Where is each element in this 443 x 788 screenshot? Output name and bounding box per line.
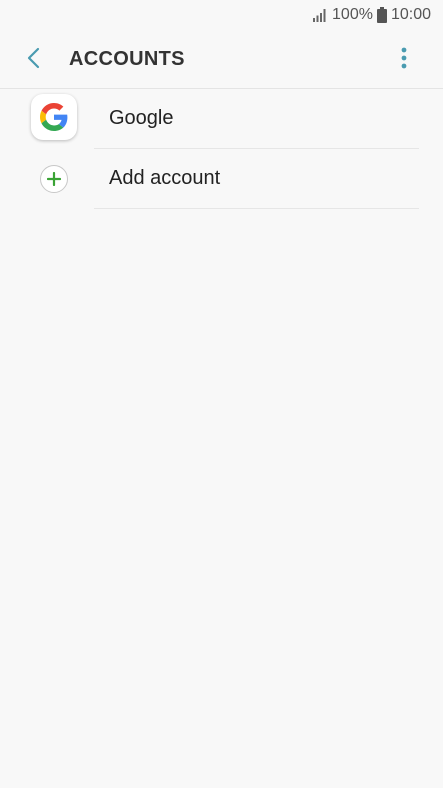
signal-icon [312,8,328,22]
add-account-button[interactable]: Add account [0,149,443,209]
plus-icon [40,165,68,193]
add-account-label: Add account [109,167,221,189]
status-indicators: 100% 10:00 [312,6,431,24]
app-bar: ACCOUNTS [0,32,443,89]
battery-icon [376,7,387,23]
chevron-left-icon [26,46,42,75]
more-vert-icon [401,47,407,74]
status-bar: 100% 10:00 [0,0,443,32]
clock: 10:00 [390,6,431,23]
divider [94,208,419,209]
account-label-google: Google [109,107,174,129]
google-icon [31,94,77,140]
account-item-google[interactable]: Google [0,89,443,149]
battery-percent: 100% [332,6,373,23]
back-button[interactable] [16,42,52,78]
more-options-button[interactable] [389,42,419,78]
account-list: Google Add account [0,89,443,209]
page-title: ACCOUNTS [69,48,185,70]
